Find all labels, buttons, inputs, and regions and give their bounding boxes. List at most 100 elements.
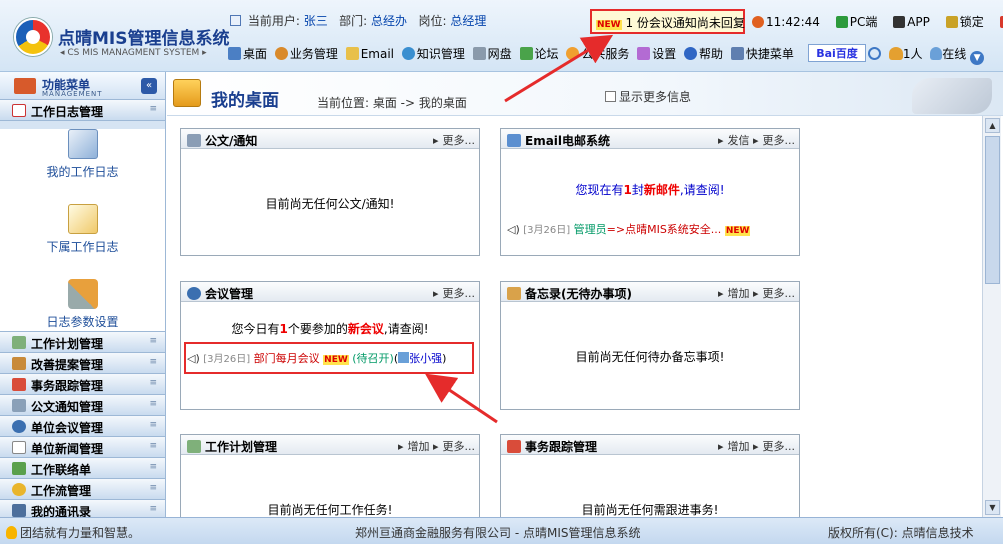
panel-title-text: 事务跟踪管理 [525,440,598,454]
more-link[interactable]: 更多... [443,440,476,453]
mail-list-item[interactable]: ◁) [3月26日] 管理员=>点晴MIS系统安全... NEW [507,221,751,237]
more-link[interactable]: 更多... [443,134,476,147]
nav-business[interactable]: 业务管理 [274,47,338,61]
pc-icon [835,16,848,28]
nav-email[interactable]: Email [345,47,394,61]
add-link[interactable]: 增加 [407,440,429,453]
mail-msg-post: ,请查阅! [679,183,725,197]
panel-title-text: 公文/通知 [205,134,258,148]
current-post[interactable]: 总经理 [450,14,486,28]
collapse-icon[interactable]: « [141,78,157,94]
speech-bubble-icon [12,441,26,454]
expand-icon[interactable]: ≡ [149,357,157,367]
nav-shortcut[interactable]: 快捷菜单 [730,47,794,61]
user-card-icon [230,15,241,26]
expand-icon[interactable]: ≡ [149,399,157,409]
post-label: 岗位: [418,14,447,28]
more-link[interactable]: 更多... [763,440,796,453]
new-mail-link[interactable]: 新邮件 [644,183,680,197]
add-link[interactable]: 增加 [727,287,749,300]
memo-panel: 备忘录(无待办事项) ▸ 增加 ▸ 更多... 目前尚无任何待办备忘事项! [500,281,800,410]
expand-icon[interactable]: ≡ [149,504,157,514]
vertical-scrollbar[interactable]: ▲ ▼ [982,116,1001,517]
footer: 团结就有力量和智慧。 郑州亘通商金融服务有限公司 - 点晴MIS管理信息系统 版… [0,517,1003,544]
more-info-checkbox[interactable] [605,91,616,102]
meeting-notice-alert[interactable]: NEW 1 份会议通知尚未回复 [590,9,745,34]
person-icon [274,47,288,60]
nav-desktop[interactable]: 桌面 [228,47,267,61]
current-dept[interactable]: 总经办 [371,14,407,28]
sidebar-item-label: 改善提案管理 [31,358,104,372]
more-link[interactable]: 更多... [763,287,796,300]
expand-icon[interactable]: ≡ [149,483,157,493]
nav-public-label: 公共服务 [581,47,630,61]
scroll-down-icon[interactable]: ▼ [985,500,1000,515]
expand-icon[interactable]: ≡ [149,420,157,430]
nav-email-label: Email [360,47,394,61]
nav-settings[interactable]: 设置 [637,47,676,61]
panel-actions: ▸ 增加 ▸ 更多... [717,287,796,300]
online-label[interactable]: 在线 [942,47,966,61]
service-icon [566,47,580,60]
my-worklog-tool[interactable]: 我的工作日志 [0,129,165,196]
sidebar-item-label: 单位新闻管理 [31,442,104,456]
scroll-thumb[interactable] [985,136,1000,284]
mail-msg-pre: 您现在有 [575,183,624,197]
more-info-toggle[interactable]: 显示更多信息 [605,88,691,105]
expand-icon[interactable]: ≡ [149,104,157,114]
panel-header: 备忘录(无待办事项) ▸ 增加 ▸ 更多... [501,282,799,302]
nav-public[interactable]: 公共服务 [566,47,629,61]
sub-worklog-tool[interactable]: 下属工作日志 [0,204,165,271]
speaker-icon: ◁) [507,223,520,236]
sidebar-item-tracking[interactable]: 事务跟踪管理 ≡ [0,374,165,395]
expand-icon[interactable]: ≡ [149,336,157,346]
sidebar-item-contact[interactable]: 工作联络单 ≡ [0,458,165,479]
more-link[interactable]: 更多... [763,134,796,147]
app-link[interactable]: APP [893,15,936,29]
scroll-up-icon[interactable]: ▲ [985,118,1000,133]
sidebar-item-proposal[interactable]: 改善提案管理 ≡ [0,353,165,374]
nav-help[interactable]: 帮助 [684,47,723,61]
baidu-label: Bai百度 [816,47,858,60]
chart-icon [507,440,521,453]
footer-company: 郑州亘通商金融服务有限公司 - 点晴MIS管理信息系统 [355,526,641,540]
highlight-box [184,342,474,374]
expand-icon[interactable]: ≡ [149,441,157,451]
dept-label: 部门: [339,14,368,28]
search-icon[interactable] [868,47,881,60]
speaker-icon [12,399,26,412]
baidu-search-box[interactable]: Bai百度 [808,44,866,62]
sidebar-item-news[interactable]: 单位新闻管理 ≡ [0,437,165,458]
add-link[interactable]: 增加 [727,440,749,453]
send-mail-link[interactable]: 发信 [727,134,749,147]
online-status: 1人 在线 ▼ [868,45,985,65]
current-user[interactable]: 张三 [304,14,328,28]
more-link[interactable]: 更多... [443,287,476,300]
app-window: 点晴MIS管理信息系统 ◂ CS MIS MANAGMENT SYSTEM ▸ … [0,0,1003,544]
lock-button[interactable]: 锁定 [945,15,990,29]
sidebar-item-notice[interactable]: 公文通知管理 ≡ [0,395,165,416]
online-count[interactable]: 1人 [903,47,923,61]
pages-icon [67,204,98,234]
pc-link[interactable]: PC端 [835,15,884,29]
tool-label: 下属工作日志 [46,240,119,254]
logout-button[interactable]: 退出 [999,15,1003,29]
nav-disk[interactable]: 网盘 [472,47,512,61]
user-label: 当前用户: [247,14,300,28]
nav-forum[interactable]: 论坛 [519,47,559,61]
nav-knowledge[interactable]: 知识管理 [401,47,465,61]
power-icon [999,16,1003,28]
expand-icon[interactable]: ≡ [149,378,157,388]
empty-message: 目前尚无任何公文/通知! [265,197,395,211]
book-icon [12,357,26,370]
expand-icon[interactable]: ≡ [149,462,157,472]
new-meeting-link[interactable]: 新会议 [348,322,384,336]
mail-icon [345,47,359,60]
sidebar-item-meeting[interactable]: 单位会议管理 ≡ [0,416,165,437]
mail-subject[interactable]: 点晴MIS系统安全... [625,223,721,236]
sidebar-item-workflow[interactable]: 工作流管理 ≡ [0,479,165,500]
sidebar-item-plan[interactable]: 工作计划管理 ≡ [0,332,165,353]
sidebar-item-label: 工作流管理 [31,484,92,498]
sidebar-item-worklog[interactable]: 工作日志管理 ≡ [0,100,165,121]
chevron-down-icon[interactable]: ▼ [970,51,985,65]
